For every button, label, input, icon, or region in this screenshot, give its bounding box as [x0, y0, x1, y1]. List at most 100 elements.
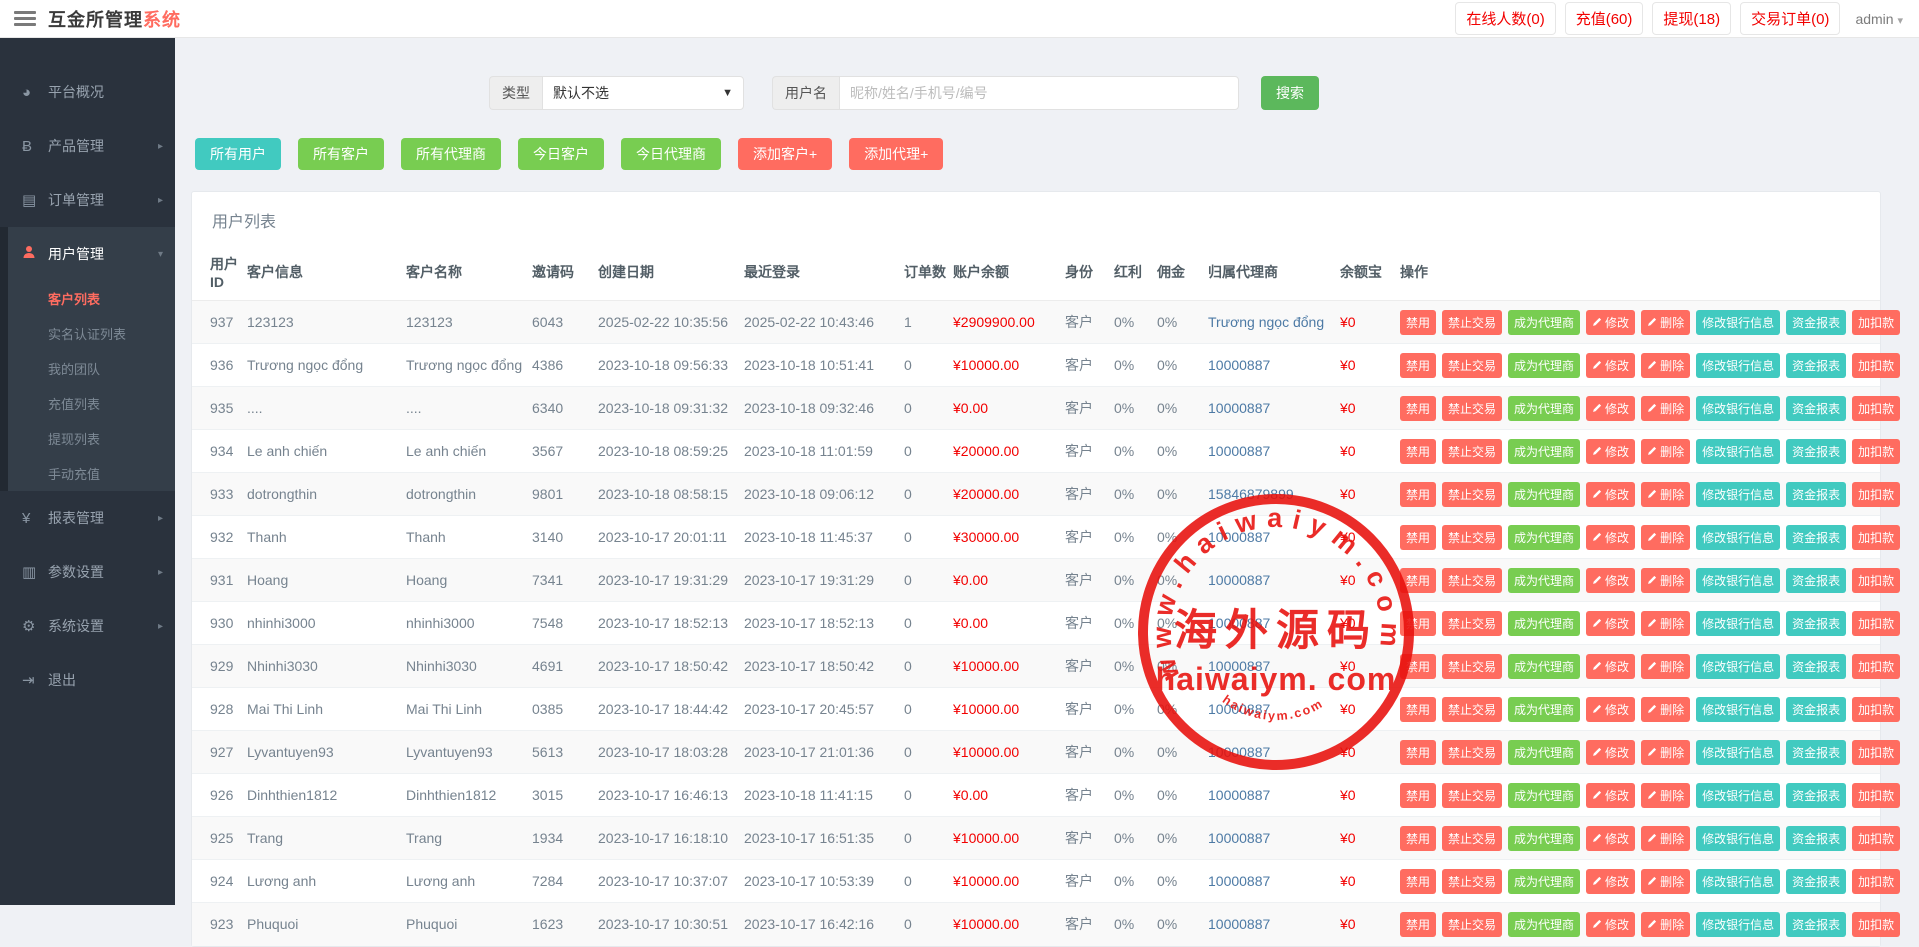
adjust-balance-button[interactable]: 加扣款 — [1852, 568, 1900, 593]
edit-bank-info-button[interactable]: 修改银行信息 — [1696, 611, 1780, 636]
adjust-balance-button[interactable]: 加扣款 — [1852, 439, 1900, 464]
forbid-trade-button[interactable]: 禁止交易 — [1442, 611, 1502, 636]
edit-user-button[interactable]: 修改 — [1586, 525, 1635, 550]
adjust-balance-button[interactable]: 加扣款 — [1852, 740, 1900, 765]
disable-user-button[interactable]: 禁用 — [1400, 611, 1436, 636]
edit-user-button[interactable]: 修改 — [1586, 697, 1635, 722]
adjust-balance-button[interactable]: 加扣款 — [1852, 869, 1900, 894]
search-button[interactable]: 搜索 — [1261, 76, 1319, 110]
cell-agent-link[interactable]: 10000887 — [1208, 344, 1340, 387]
trade-orders-button[interactable]: 交易订单(0) — [1740, 2, 1840, 35]
forbid-trade-button[interactable]: 禁止交易 — [1442, 783, 1502, 808]
make-agent-button[interactable]: 成为代理商 — [1508, 439, 1580, 464]
cell-agent-link[interactable]: Trương ngọc đổng — [1208, 301, 1340, 344]
disable-user-button[interactable]: 禁用 — [1400, 568, 1436, 593]
cell-agent-link[interactable]: 10000887 — [1208, 430, 1340, 473]
cell-agent-link[interactable]: 10000887 — [1208, 774, 1340, 817]
all-agents-button[interactable]: 所有代理商 — [401, 138, 501, 170]
adjust-balance-button[interactable]: 加扣款 — [1852, 396, 1900, 421]
edit-bank-info-button[interactable]: 修改银行信息 — [1696, 869, 1780, 894]
make-agent-button[interactable]: 成为代理商 — [1508, 740, 1580, 765]
disable-user-button[interactable]: 禁用 — [1400, 353, 1436, 378]
sidebar-item-report-management[interactable]: ¥ 报表管理 ▸ — [0, 491, 175, 545]
funds-report-button[interactable]: 资金报表 — [1786, 525, 1846, 550]
cell-agent-link[interactable]: 10000887 — [1208, 860, 1340, 903]
cell-agent-link[interactable]: 10000887 — [1208, 387, 1340, 430]
add-customer-button[interactable]: 添加客户+ — [738, 138, 832, 170]
forbid-trade-button[interactable]: 禁止交易 — [1442, 439, 1502, 464]
make-agent-button[interactable]: 成为代理商 — [1508, 912, 1580, 937]
forbid-trade-button[interactable]: 禁止交易 — [1442, 654, 1502, 679]
funds-report-button[interactable]: 资金报表 — [1786, 439, 1846, 464]
cell-agent-link[interactable]: 10000887 — [1208, 645, 1340, 688]
forbid-trade-button[interactable]: 禁止交易 — [1442, 912, 1502, 937]
make-agent-button[interactable]: 成为代理商 — [1508, 353, 1580, 378]
edit-bank-info-button[interactable]: 修改银行信息 — [1696, 783, 1780, 808]
cell-agent-link[interactable]: 10000887 — [1208, 602, 1340, 645]
sidebar-item-order-management[interactable]: ▤ 订单管理 ▸ — [0, 173, 175, 227]
sidebar-item-user-management[interactable]: 用户管理 ▾ — [0, 227, 175, 281]
forbid-trade-button[interactable]: 禁止交易 — [1442, 826, 1502, 851]
disable-user-button[interactable]: 禁用 — [1400, 697, 1436, 722]
today-customers-button[interactable]: 今日客户 — [518, 138, 604, 170]
adjust-balance-button[interactable]: 加扣款 — [1852, 697, 1900, 722]
all-customers-button[interactable]: 所有客户 — [298, 138, 384, 170]
funds-report-button[interactable]: 资金报表 — [1786, 912, 1846, 937]
make-agent-button[interactable]: 成为代理商 — [1508, 525, 1580, 550]
make-agent-button[interactable]: 成为代理商 — [1508, 826, 1580, 851]
add-agent-button[interactable]: 添加代理+ — [849, 138, 943, 170]
delete-user-button[interactable]: 删除 — [1641, 654, 1690, 679]
disable-user-button[interactable]: 禁用 — [1400, 783, 1436, 808]
forbid-trade-button[interactable]: 禁止交易 — [1442, 697, 1502, 722]
forbid-trade-button[interactable]: 禁止交易 — [1442, 740, 1502, 765]
cell-agent-link[interactable]: 15846879899 — [1208, 473, 1340, 516]
cell-agent-link[interactable]: 10000887 — [1208, 731, 1340, 774]
funds-report-button[interactable]: 资金报表 — [1786, 654, 1846, 679]
disable-user-button[interactable]: 禁用 — [1400, 912, 1436, 937]
sidebar-item-system-settings[interactable]: ⚙ 系统设置 ▸ — [0, 599, 175, 653]
cell-agent-link[interactable]: 10000887 — [1208, 559, 1340, 602]
edit-bank-info-button[interactable]: 修改银行信息 — [1696, 912, 1780, 937]
make-agent-button[interactable]: 成为代理商 — [1508, 482, 1580, 507]
edit-user-button[interactable]: 修改 — [1586, 396, 1635, 421]
edit-user-button[interactable]: 修改 — [1586, 654, 1635, 679]
make-agent-button[interactable]: 成为代理商 — [1508, 568, 1580, 593]
delete-user-button[interactable]: 删除 — [1641, 611, 1690, 636]
adjust-balance-button[interactable]: 加扣款 — [1852, 654, 1900, 679]
forbid-trade-button[interactable]: 禁止交易 — [1442, 353, 1502, 378]
edit-bank-info-button[interactable]: 修改银行信息 — [1696, 396, 1780, 421]
funds-report-button[interactable]: 资金报表 — [1786, 826, 1846, 851]
all-users-button[interactable]: 所有用户 — [195, 138, 281, 170]
disable-user-button[interactable]: 禁用 — [1400, 826, 1436, 851]
funds-report-button[interactable]: 资金报表 — [1786, 310, 1846, 335]
sidebar-item-logout[interactable]: ⇥ 退出 — [0, 653, 175, 707]
delete-user-button[interactable]: 删除 — [1641, 740, 1690, 765]
edit-bank-info-button[interactable]: 修改银行信息 — [1696, 525, 1780, 550]
edit-bank-info-button[interactable]: 修改银行信息 — [1696, 568, 1780, 593]
edit-user-button[interactable]: 修改 — [1586, 912, 1635, 937]
delete-user-button[interactable]: 删除 — [1641, 439, 1690, 464]
make-agent-button[interactable]: 成为代理商 — [1508, 869, 1580, 894]
disable-user-button[interactable]: 禁用 — [1400, 439, 1436, 464]
funds-report-button[interactable]: 资金报表 — [1786, 869, 1846, 894]
adjust-balance-button[interactable]: 加扣款 — [1852, 826, 1900, 851]
funds-report-button[interactable]: 资金报表 — [1786, 611, 1846, 636]
admin-dropdown[interactable]: admin ▾ — [1855, 11, 1903, 27]
edit-user-button[interactable]: 修改 — [1586, 310, 1635, 335]
adjust-balance-button[interactable]: 加扣款 — [1852, 353, 1900, 378]
delete-user-button[interactable]: 删除 — [1641, 310, 1690, 335]
sidebar-subitem-customer-list[interactable]: 客户列表 — [0, 281, 175, 316]
delete-user-button[interactable]: 删除 — [1641, 525, 1690, 550]
forbid-trade-button[interactable]: 禁止交易 — [1442, 310, 1502, 335]
delete-user-button[interactable]: 删除 — [1641, 697, 1690, 722]
cell-agent-link[interactable]: 10000887 — [1208, 516, 1340, 559]
sidebar-subitem-recharge-list[interactable]: 充值列表 — [0, 386, 175, 421]
forbid-trade-button[interactable]: 禁止交易 — [1442, 568, 1502, 593]
delete-user-button[interactable]: 删除 — [1641, 396, 1690, 421]
delete-user-button[interactable]: 删除 — [1641, 353, 1690, 378]
disable-user-button[interactable]: 禁用 — [1400, 482, 1436, 507]
withdraw-count-button[interactable]: 提现(18) — [1652, 2, 1731, 35]
cell-agent-link[interactable]: 10000887 — [1208, 903, 1340, 946]
adjust-balance-button[interactable]: 加扣款 — [1852, 912, 1900, 937]
make-agent-button[interactable]: 成为代理商 — [1508, 396, 1580, 421]
